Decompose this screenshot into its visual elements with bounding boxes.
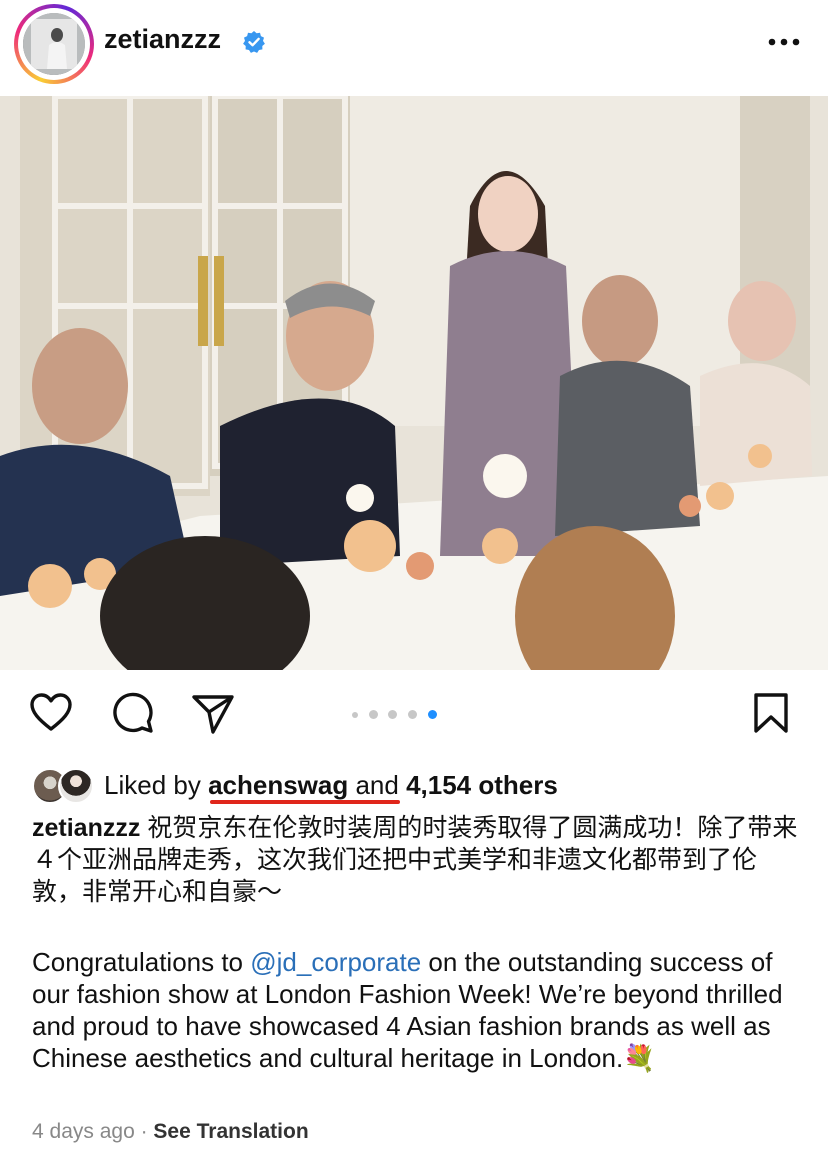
carousel-dot — [369, 710, 378, 719]
liked-by-text: Liked by achenswag and 4,154 others — [104, 770, 558, 801]
post-footer: 4 days ago · See Translation — [32, 1120, 309, 1144]
mention-link[interactable]: @jd_corporate — [250, 947, 421, 977]
bouquet-icon: 💐 — [623, 1043, 656, 1073]
likes-count[interactable]: 4,154 others — [406, 770, 558, 800]
red-underline-annotation — [210, 800, 400, 804]
caption-chinese: zetianzzz 祝贺京东在伦敦时装周的时装秀取得了圆满成功！除了带来４个亚洲… — [32, 812, 802, 908]
verified-badge-icon — [243, 31, 265, 53]
liked-by-and: and — [348, 770, 407, 800]
comment-icon[interactable] — [110, 690, 156, 736]
caption-username[interactable]: zetianzzz — [32, 814, 140, 842]
story-ring[interactable] — [14, 4, 94, 84]
event-photo — [0, 96, 828, 670]
post-header: zetianzzz — [0, 0, 828, 90]
post-timestamp: 4 days ago — [32, 1120, 135, 1143]
liker-username[interactable]: achenswag — [208, 770, 348, 800]
avatar[interactable] — [23, 13, 85, 75]
post-actions — [0, 690, 828, 746]
carousel-dot — [388, 710, 397, 719]
liker-avatar — [58, 768, 94, 804]
liked-by-row[interactable]: Liked by achenswag and 4,154 others — [32, 766, 812, 806]
avatar-photo — [23, 13, 85, 75]
separator: · — [134, 1120, 154, 1143]
share-icon[interactable] — [190, 690, 236, 736]
carousel-indicator — [352, 707, 452, 721]
caption-text-chinese: 祝贺京东在伦敦时装周的时装秀取得了圆满成功！除了带来４个亚洲品牌走秀，这次我们还… — [32, 814, 798, 906]
post-username[interactable]: zetianzzz — [104, 24, 221, 55]
caption-text: Congratulations to — [32, 947, 251, 977]
carousel-dot — [352, 712, 358, 718]
see-translation-link[interactable]: See Translation — [153, 1120, 308, 1143]
bookmark-icon[interactable] — [748, 690, 794, 736]
more-horizontal-icon[interactable] — [764, 28, 804, 56]
carousel-dot — [408, 710, 417, 719]
carousel-dot-active — [428, 710, 437, 719]
post-photo[interactable] — [0, 96, 828, 670]
heart-icon[interactable] — [28, 690, 74, 736]
liked-by-prefix: Liked by — [104, 770, 209, 800]
caption-english: Congratulations to @jd_corporate on the … — [32, 946, 812, 1074]
